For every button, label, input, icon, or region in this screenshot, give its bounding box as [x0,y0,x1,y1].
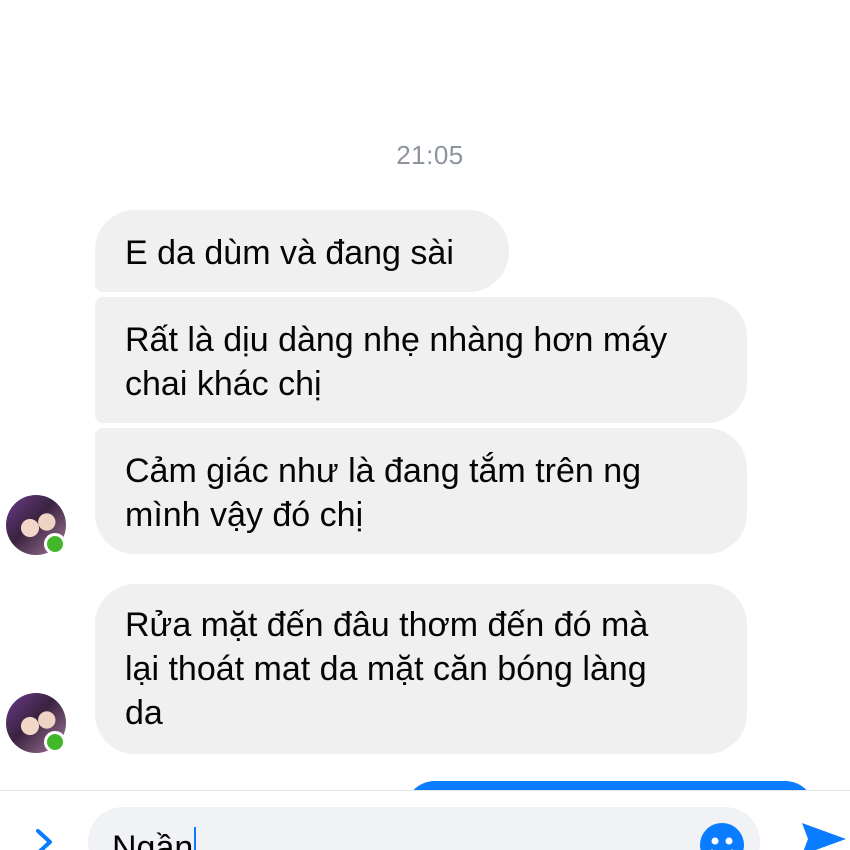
message-line: lại thoát mat da mặt căn bóng làng [125,650,647,688]
text-caret [194,827,197,850]
message-line: Cảm giác như là đang tắm trên ng [125,452,642,490]
online-status-dot [44,731,66,753]
sender-avatar[interactable] [6,693,66,753]
message-input-value: Ngần [112,829,194,850]
message-line: mình vậy đó chị [125,496,364,534]
message-line: Rất là dịu dàng nhẹ nhàng hơn máy [125,321,668,359]
message-bubble-2[interactable]: Rất là dịu dàng nhẹ nhàng hơn máy chai k… [95,297,747,423]
message-line: chai khác chị [125,365,322,403]
chevron-right-icon[interactable] [30,827,60,850]
message-input[interactable]: Ngần [88,807,760,850]
message-bubble-1[interactable]: E da dùm và đang sài [95,210,509,292]
send-icon[interactable] [800,819,850,850]
emoji-icon[interactable] [698,821,746,850]
message-line: E da dùm và đang sài [125,234,454,272]
message-input-text: Ngần [112,827,197,850]
message-bubble-4[interactable]: Rửa mặt đến đâu thơm đến đó mà lại thoát… [95,584,747,754]
message-bubble-3[interactable]: Cảm giác như là đang tắm trên ng mình vậ… [95,428,747,554]
message-line: da [125,694,163,732]
message-line: Rửa mặt đến đâu thơm đến đó mà [125,606,649,644]
message-composer: Ngần [0,790,850,850]
message-timestamp: 21:05 [396,140,464,170]
online-status-dot [44,533,66,555]
chat-screen: 21:05 E da dùm và đang sài Rất là dịu dà… [0,0,850,850]
sender-avatar[interactable] [6,495,66,555]
